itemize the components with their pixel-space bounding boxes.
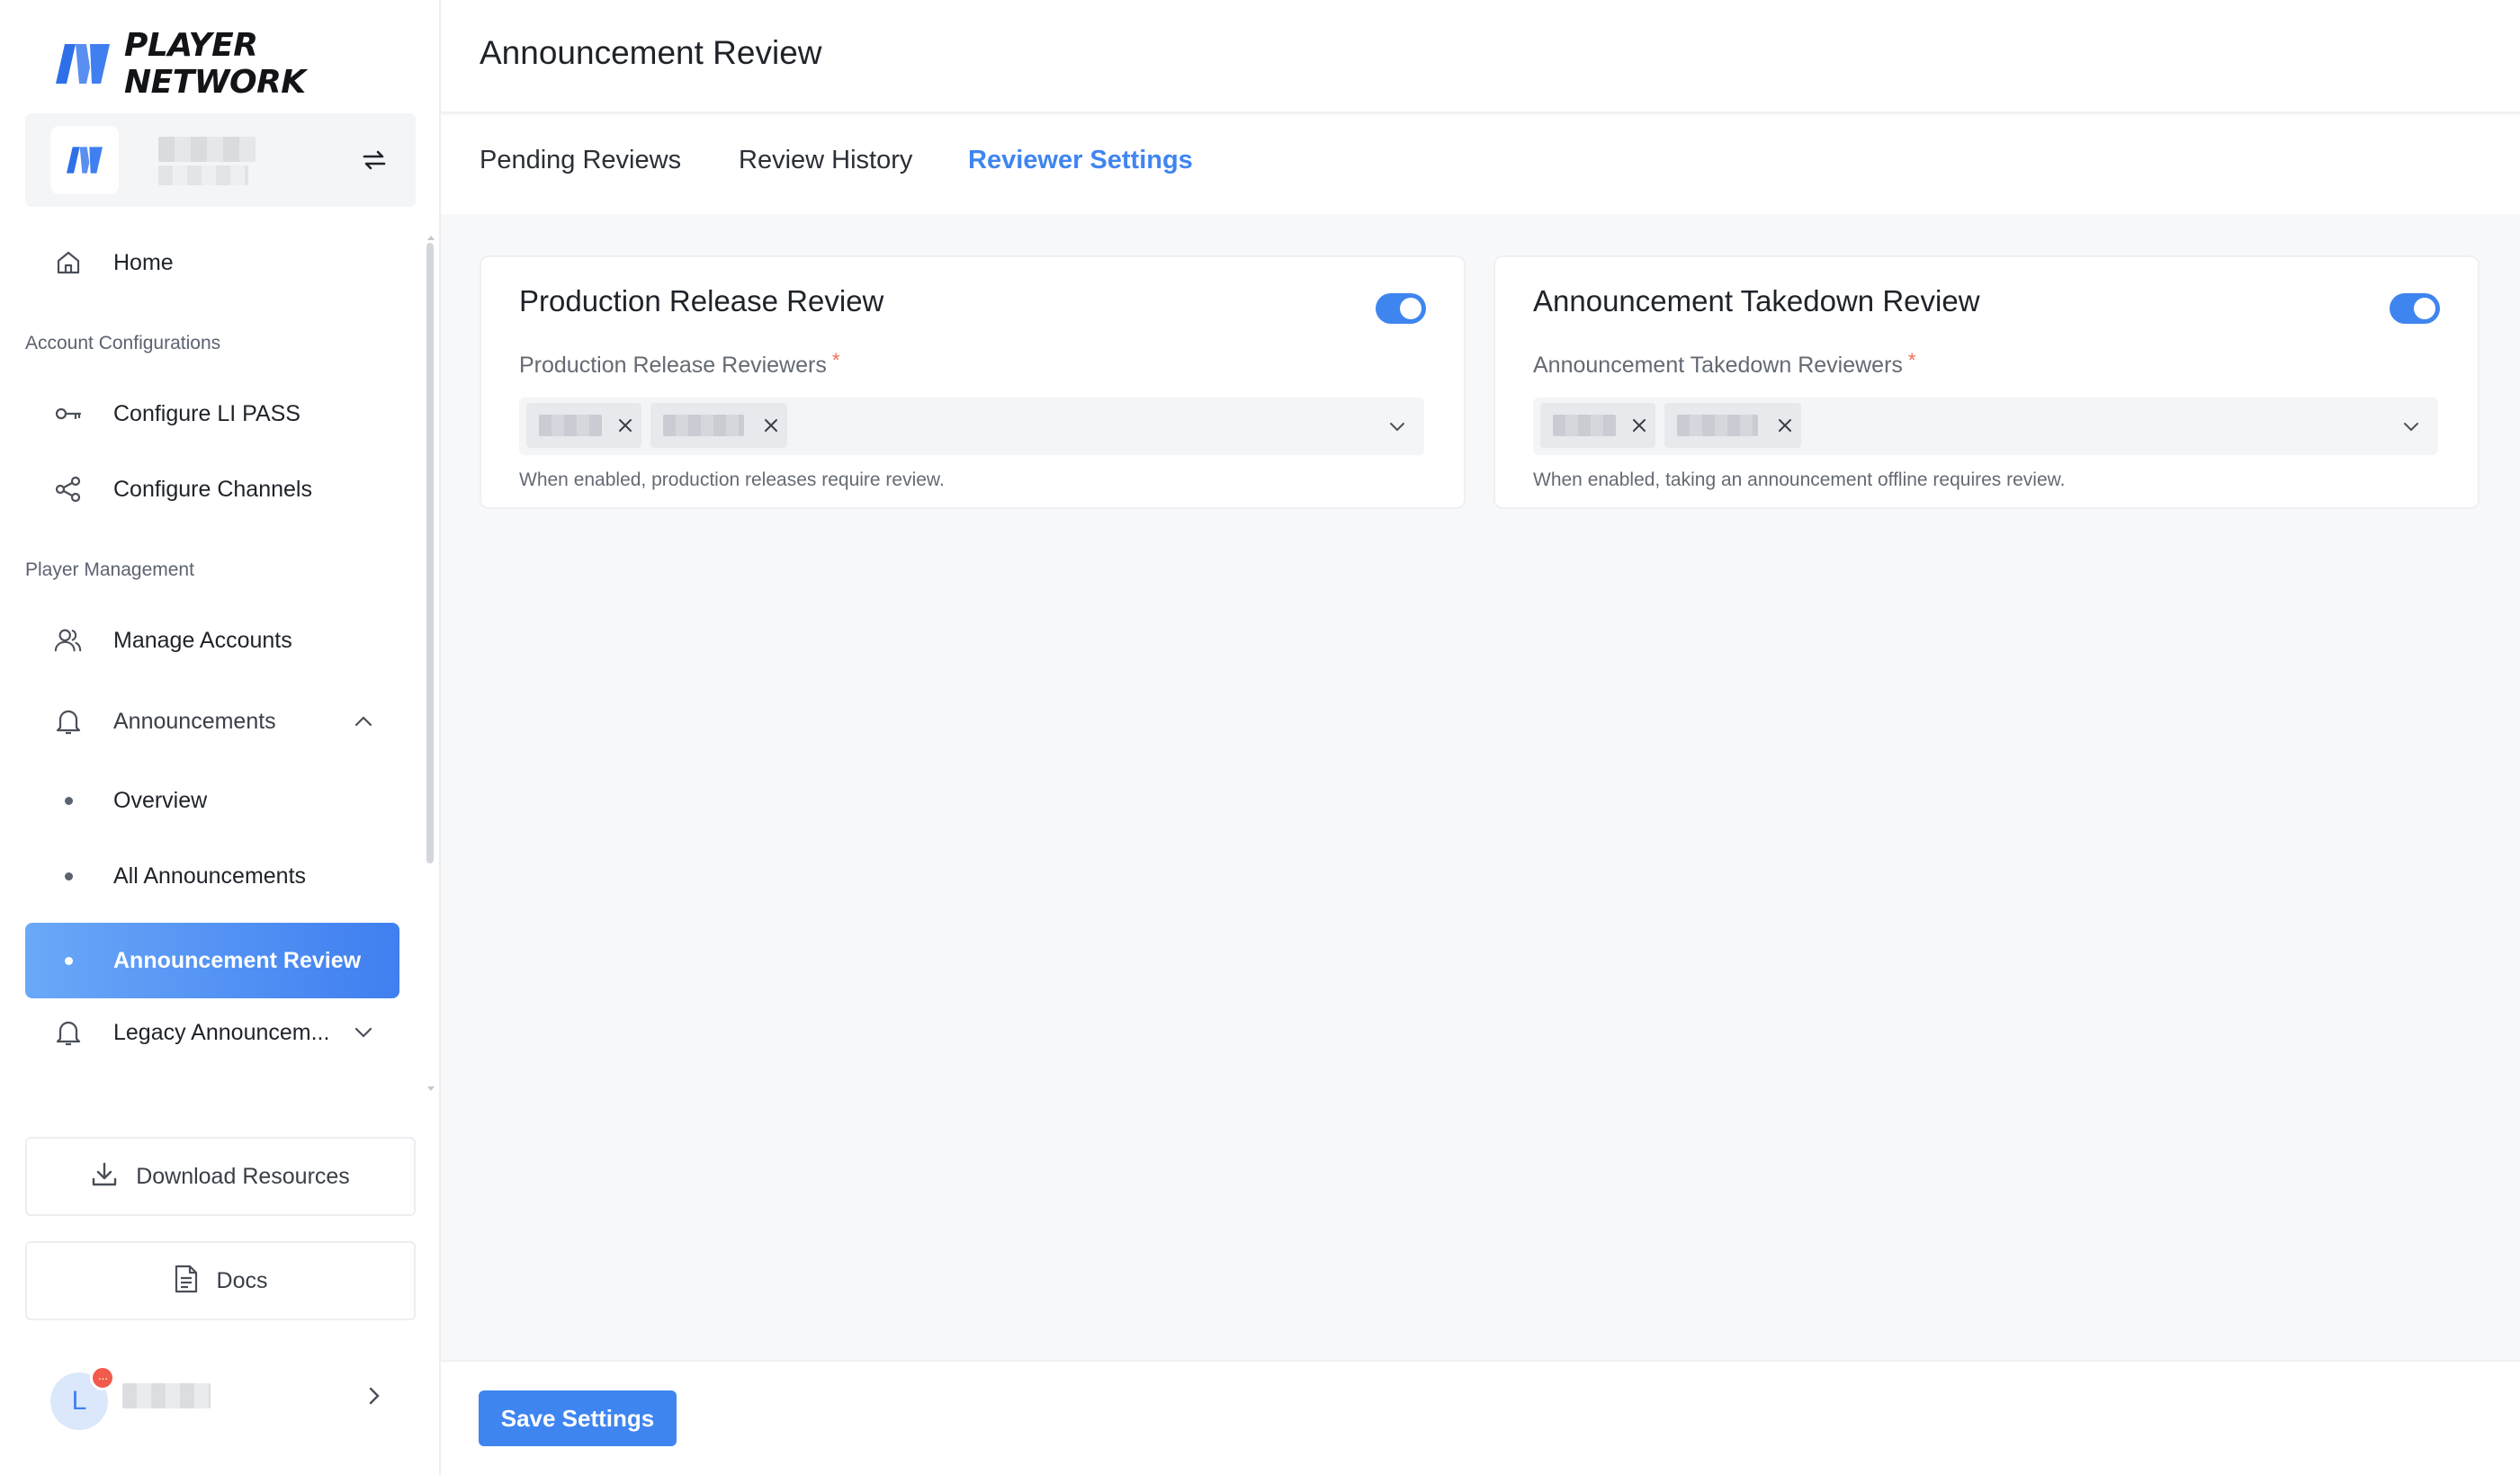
field-label: Announcement Takedown Reviewers * (1533, 349, 1915, 379)
field-label: Production Release Reviewers * (519, 349, 839, 379)
workspace-name (158, 137, 256, 162)
app-root: PLAYER NETWORK Home Account Configuratio… (0, 0, 2520, 1475)
share-nodes-icon (54, 475, 83, 504)
sidebar-item-manage-accounts[interactable]: Manage Accounts (25, 603, 399, 678)
scroll-up-arrow-icon[interactable] (427, 236, 435, 240)
chevron-down-icon (2400, 416, 2422, 437)
sidebar-item-home[interactable]: Home (25, 225, 399, 300)
sidebar-item-announcements[interactable]: Announcements (25, 684, 399, 759)
download-resources-button[interactable]: Download Resources (25, 1137, 416, 1216)
sidebar-item-label: Overview (113, 787, 208, 813)
sidebar-item-overview[interactable]: Overview (25, 763, 399, 838)
bell-icon (54, 1018, 83, 1047)
notification-badge: ··· (90, 1365, 115, 1390)
announcement-takedown-review-toggle[interactable] (2390, 293, 2440, 324)
workspace-subtitle (158, 165, 248, 185)
field-label-text: Announcement Takedown Reviewers (1533, 353, 1903, 378)
tab-reviewer-settings[interactable]: Reviewer Settings (968, 146, 1193, 175)
workspace-logo (50, 126, 119, 194)
remove-tag-icon[interactable] (1628, 415, 1650, 436)
field-hint: When enabled, taking an announcement off… (1533, 469, 2066, 490)
production-release-reviewers-select[interactable] (519, 398, 1424, 455)
remove-tag-icon[interactable] (760, 415, 782, 436)
sidebar-item-announcement-review[interactable]: Announcement Review (25, 923, 399, 998)
sidebar-item-label: Announcement Review (113, 947, 362, 973)
sidebar-item-label: Announcements (113, 708, 276, 734)
sidebar: PLAYER NETWORK Home Account Configuratio… (0, 0, 441, 1475)
bell-icon (54, 707, 83, 736)
card-title: Production Release Review (519, 284, 884, 317)
sidebar-item-label: Manage Accounts (113, 627, 292, 653)
reviewer-tag (1540, 403, 1655, 448)
section-label-account: Account Configurations (25, 333, 221, 353)
page-title: Announcement Review (480, 34, 822, 71)
field-label-text: Production Release Reviewers (519, 353, 827, 378)
scroll-down-arrow-icon[interactable] (427, 1086, 435, 1091)
switch-workspace-icon[interactable] (358, 144, 390, 176)
sidebar-item-configure-li-pass[interactable]: Configure LI PASS (25, 376, 399, 451)
tab-pending-reviews[interactable]: Pending Reviews (480, 146, 681, 175)
chevron-right-icon (363, 1385, 385, 1407)
tab-bar: Pending Reviews Review History Reviewer … (441, 115, 2520, 214)
remove-tag-icon[interactable] (614, 415, 636, 436)
announcement-takedown-review-card: Announcement Takedown Review Announcemen… (1493, 255, 2480, 509)
bullet-icon (65, 957, 73, 965)
user-name (122, 1383, 211, 1408)
page-footer: Save Settings (441, 1360, 2520, 1475)
docs-label: Docs (216, 1267, 268, 1293)
save-settings-button[interactable]: Save Settings (479, 1390, 677, 1446)
remove-tag-icon[interactable] (1774, 415, 1796, 436)
sidebar-item-label: All Announcements (113, 863, 307, 889)
field-hint: When enabled, production releases requir… (519, 469, 945, 490)
production-release-review-card: Production Release Review Production Rel… (480, 255, 1466, 509)
chevron-down-icon (351, 1020, 376, 1045)
sidebar-item-configure-channels[interactable]: Configure Channels (25, 451, 399, 527)
sidebar-item-legacy-announcements[interactable]: Legacy Announcem... (25, 995, 399, 1070)
sidebar-item-all-announcements[interactable]: All Announcements (25, 838, 399, 914)
chevron-up-icon (351, 709, 376, 734)
tab-review-history[interactable]: Review History (739, 146, 912, 175)
bullet-icon (65, 872, 73, 881)
user-profile[interactable]: L ··· (25, 1358, 416, 1434)
docs-button[interactable]: Docs (25, 1241, 416, 1320)
reviewer-tag (1664, 403, 1801, 448)
sidebar-item-label: Configure Channels (113, 476, 312, 502)
brand-mark-icon (56, 40, 110, 87)
production-release-review-toggle[interactable] (1376, 293, 1426, 324)
download-icon (91, 1161, 118, 1193)
reviewer-tag (650, 403, 787, 448)
main-content: Announcement Review Pending Reviews Revi… (441, 0, 2520, 1475)
section-label-player: Player Management (25, 559, 194, 580)
key-icon (54, 399, 83, 428)
document-icon (174, 1265, 199, 1298)
announcement-takedown-reviewers-select[interactable] (1533, 398, 2438, 455)
workspace-switcher[interactable] (25, 113, 416, 207)
reviewer-tag-text (1553, 415, 1616, 436)
bullet-icon (65, 797, 73, 805)
brand-name: PLAYER NETWORK (124, 27, 306, 101)
home-icon (54, 248, 83, 277)
required-mark: * (1907, 349, 1916, 371)
chevron-down-icon (1386, 416, 1408, 437)
reviewer-tag-text (663, 415, 744, 436)
sidebar-item-label: Legacy Announcem... (113, 1019, 330, 1045)
users-icon (54, 626, 83, 655)
required-mark: * (831, 349, 840, 371)
download-resources-label: Download Resources (136, 1163, 350, 1189)
sidebar-scrollbar[interactable] (426, 243, 434, 863)
brand-logo[interactable]: PLAYER NETWORK (56, 27, 439, 101)
reviewer-tag-text (1677, 415, 1758, 436)
page-header: Announcement Review (441, 0, 2520, 113)
notification-badge-text: ··· (97, 1371, 109, 1385)
reviewer-tag-text (539, 415, 602, 436)
card-title: Announcement Takedown Review (1533, 284, 1980, 317)
sidebar-item-label: Configure LI PASS (113, 400, 300, 426)
sidebar-item-label: Home (113, 249, 174, 275)
reviewer-tag (526, 403, 641, 448)
